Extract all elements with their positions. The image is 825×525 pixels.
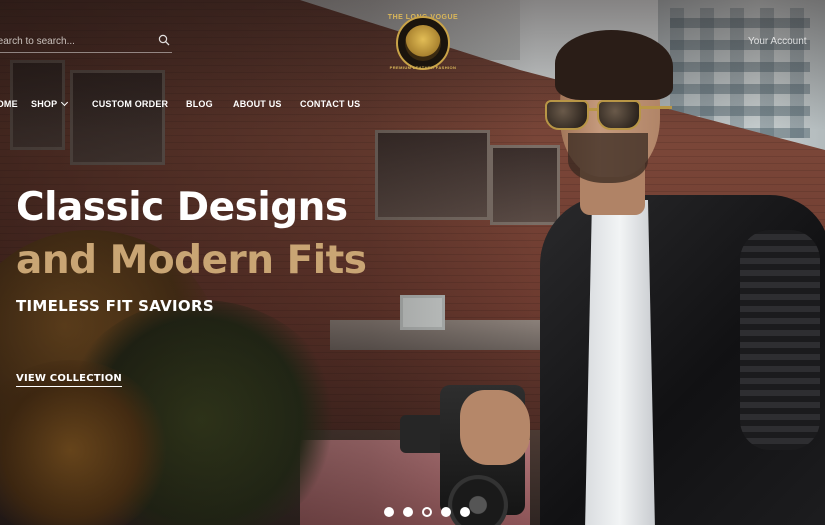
chevron-down-icon [61, 98, 69, 107]
nav-blog[interactable]: BLOG [186, 99, 213, 109]
leather-jacket [540, 195, 825, 525]
slider-dot[interactable] [460, 507, 470, 517]
brand-logo[interactable] [396, 16, 450, 70]
sunglasses-temple [640, 106, 672, 109]
slider-dot[interactable] [441, 507, 451, 517]
sunglasses-lens [545, 100, 589, 130]
logo-tagline: PREMIUM LEATHER FASHION [389, 65, 457, 70]
slider-dot[interactable] [403, 507, 413, 517]
slider-dot[interactable] [384, 507, 394, 517]
view-collection-link[interactable]: VIEW COLLECTION [16, 373, 122, 387]
nav-contact-us[interactable]: CONTACT US [300, 99, 360, 109]
model-photo [400, 25, 825, 525]
nav-custom-order[interactable]: CUSTOM ORDER [92, 99, 168, 109]
model-beard [568, 133, 648, 183]
slider-dot[interactable] [422, 507, 432, 517]
sunglasses [545, 100, 672, 130]
hero-subheadline: TIMELESS FIT SAVIORS [16, 297, 214, 315]
model-hair [555, 30, 673, 100]
main-nav: HOME SHOP CUSTOM ORDER BLOG ABOUT US CON… [0, 98, 420, 113]
hero-headline-line1: Classic Designs [16, 185, 348, 230]
nav-home[interactable]: HOME [0, 99, 18, 109]
sunglasses-lens [597, 100, 641, 130]
search-input[interactable] [0, 32, 150, 50]
nav-shop[interactable]: SHOP [31, 98, 69, 109]
hero-headline-line2: and Modern Fits [16, 238, 367, 283]
nav-shop-label: SHOP [31, 99, 58, 109]
white-shirt [585, 200, 655, 525]
lion-crest-icon [396, 16, 450, 70]
account-link[interactable]: Your Account [748, 36, 807, 47]
slider-pagination [384, 507, 484, 519]
nav-about-us[interactable]: ABOUT US [233, 99, 282, 109]
search-icon[interactable] [158, 34, 170, 46]
search-bar [0, 30, 172, 53]
model-hand [460, 390, 530, 465]
